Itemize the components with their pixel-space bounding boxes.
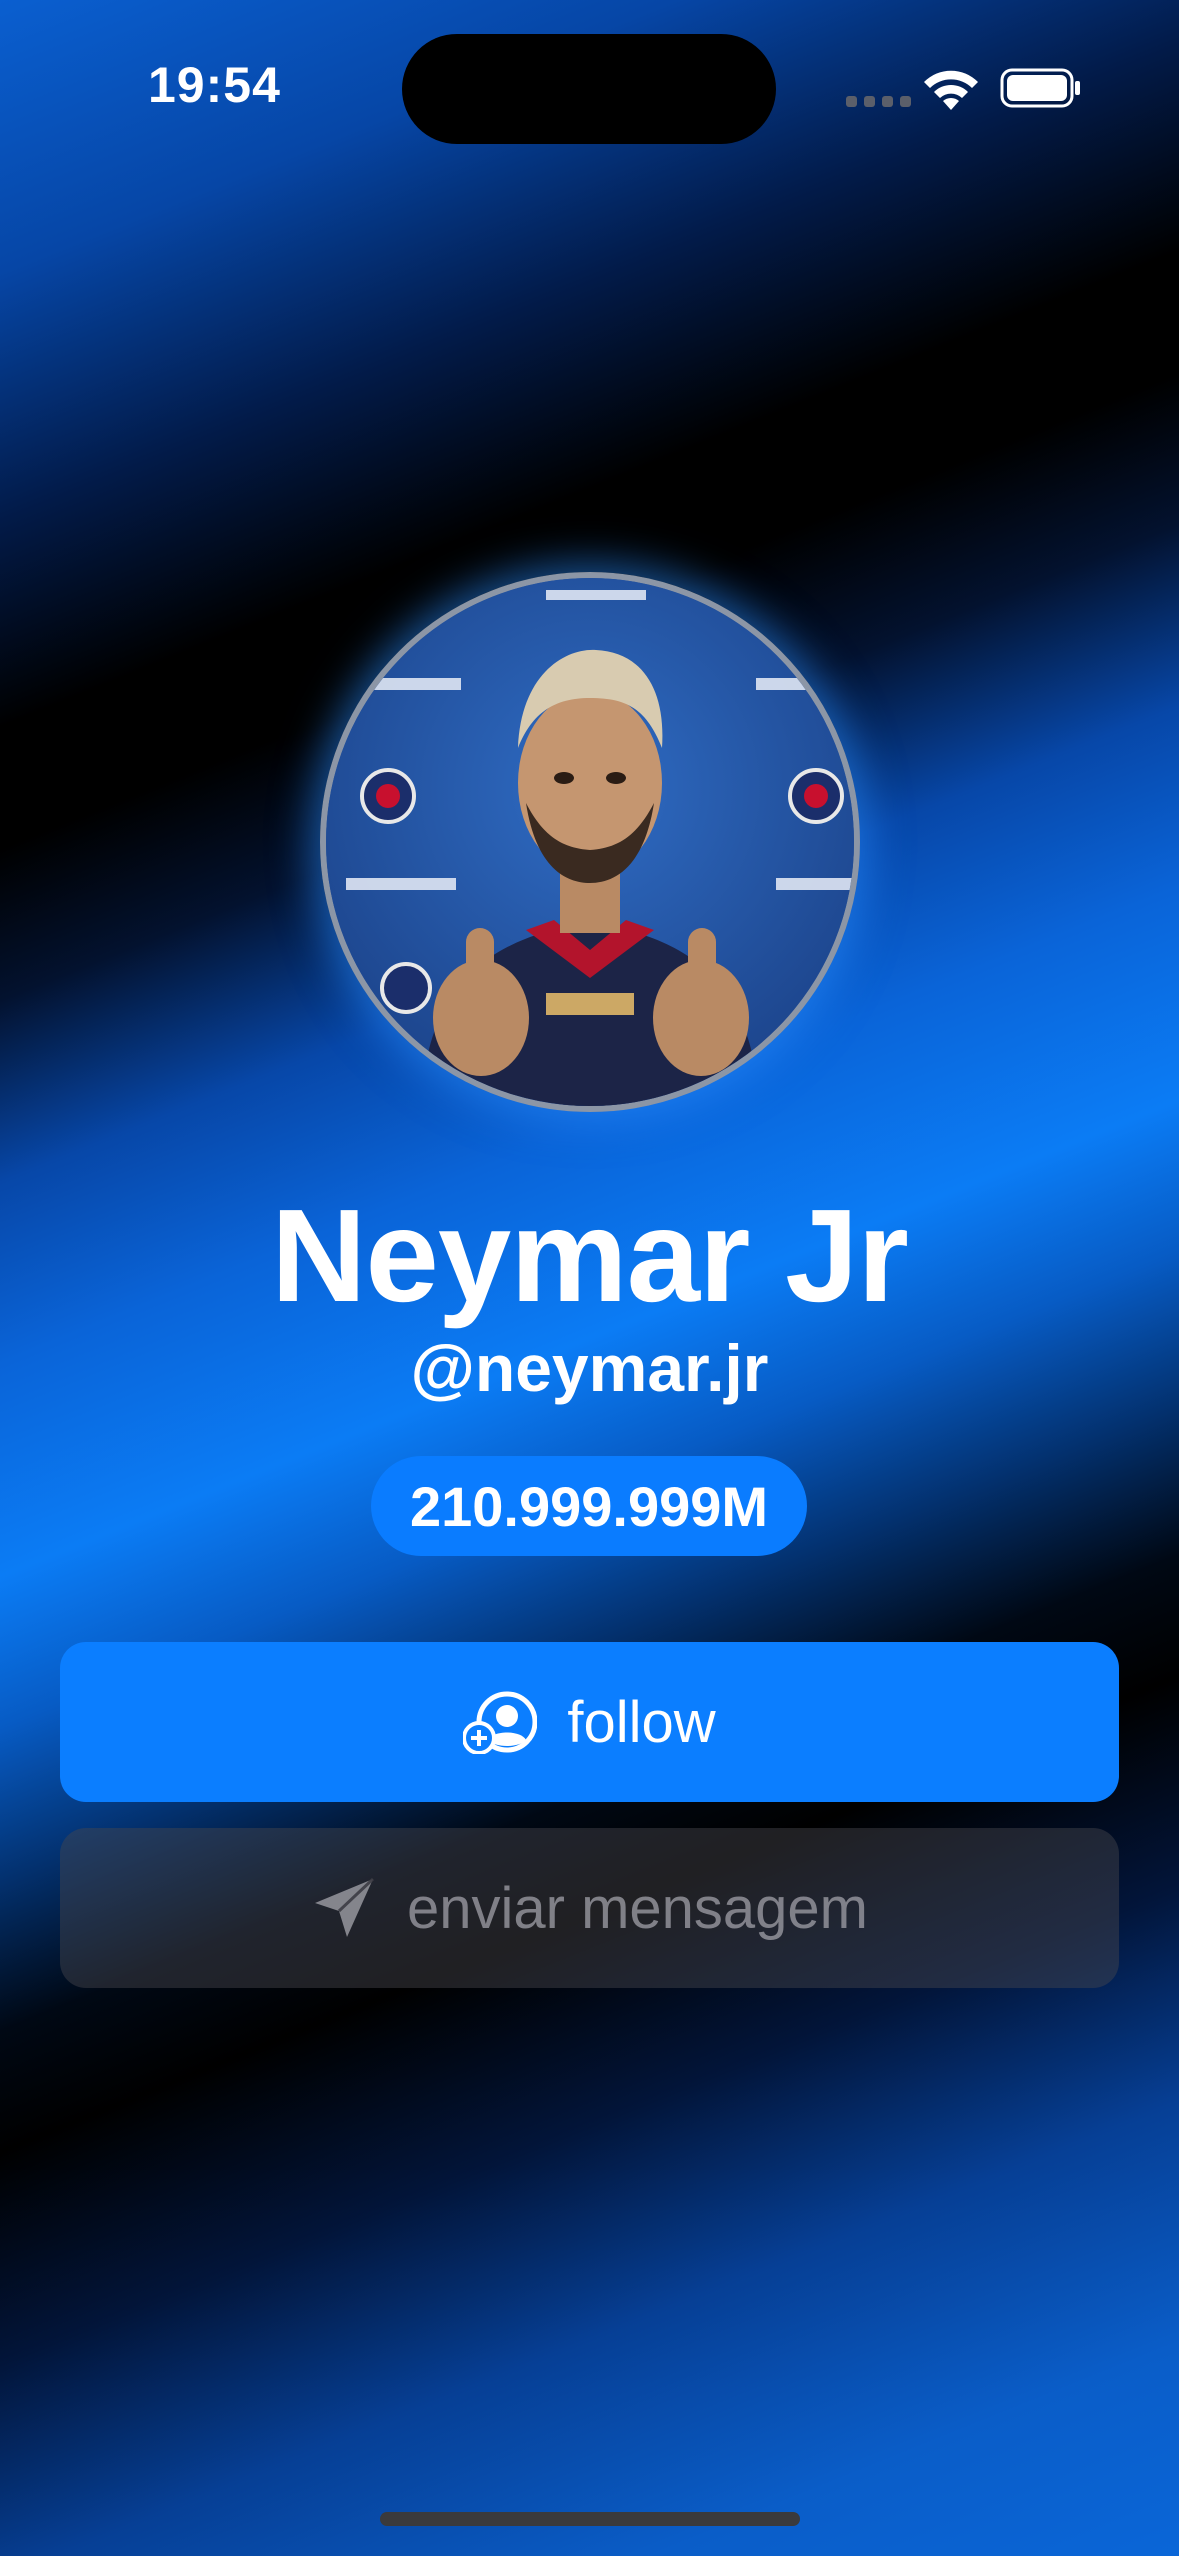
person-add-icon xyxy=(463,1691,538,1754)
cellular-signal-icon xyxy=(846,96,911,107)
follow-button[interactable]: follow xyxy=(60,1642,1119,1802)
followers-count-badge: 210.999.999M xyxy=(371,1456,807,1556)
follow-button-label: follow xyxy=(567,1689,716,1755)
profile-screen: 19:54 Neymar Jr @neymar.jr 210.999.999M … xyxy=(0,0,1179,2556)
send-message-button-label: enviar mensagem xyxy=(407,1875,868,1941)
avatar-photo xyxy=(326,578,854,1106)
dynamic-island xyxy=(402,34,776,144)
status-time: 19:54 xyxy=(148,57,281,113)
battery-icon xyxy=(1000,68,1080,108)
profile-name: Neymar Jr xyxy=(271,1182,909,1329)
send-message-button[interactable]: enviar mensagem xyxy=(60,1828,1119,1988)
profile-avatar[interactable] xyxy=(320,572,860,1112)
profile-handle: @neymar.jr xyxy=(410,1331,769,1405)
home-indicator[interactable] xyxy=(380,2512,800,2526)
wifi-icon xyxy=(924,70,978,110)
paper-plane-icon xyxy=(315,1877,375,1937)
